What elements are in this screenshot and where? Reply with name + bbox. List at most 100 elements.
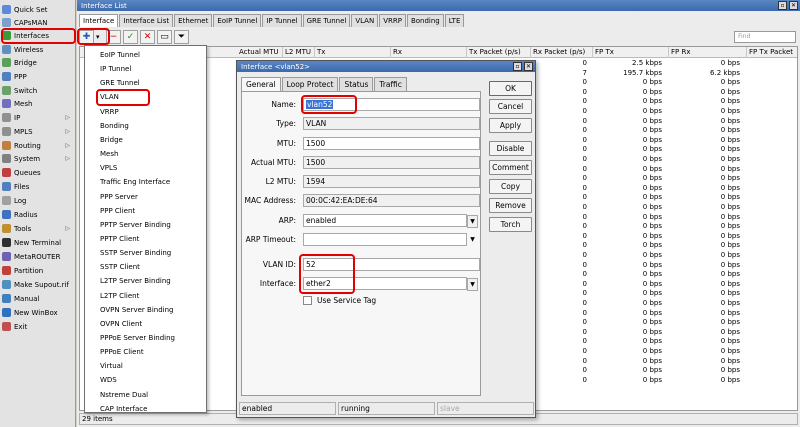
- name-highlight: [301, 95, 357, 114]
- dialog-titlebar[interactable]: Interface <vlan52> ▫ ✕: [237, 61, 535, 72]
- copy-button[interactable]: Copy: [489, 179, 532, 194]
- menu-item-l2tp-client[interactable]: L2TP Client: [100, 289, 139, 303]
- sidebar-item-switch[interactable]: Switch: [2, 84, 74, 97]
- menu-item-l2tp-server-binding[interactable]: L2TP Server Binding: [100, 274, 171, 288]
- window-titlebar[interactable]: Interface List ▫ ✕: [77, 0, 800, 11]
- dialog-tab-general[interactable]: General: [241, 77, 281, 91]
- menu-item-ppp-client[interactable]: PPP Client: [100, 204, 135, 218]
- tab-eoip-tunnel[interactable]: EoIP Tunnel: [213, 14, 262, 27]
- enable-button[interactable]: ✓: [123, 30, 138, 44]
- column-header[interactable]: Tx: [315, 47, 391, 58]
- sidebar-item-new-terminal[interactable]: New Terminal: [2, 236, 74, 249]
- tab-vrrp[interactable]: VRRP: [379, 14, 406, 27]
- dialog-close-icon[interactable]: ✕: [524, 62, 533, 71]
- tab-interface[interactable]: Interface: [79, 14, 119, 27]
- sidebar-item-mesh[interactable]: Mesh: [2, 97, 74, 110]
- sidebar-item-log[interactable]: Log: [2, 194, 74, 207]
- sidebar-item-radius[interactable]: Radius: [2, 208, 74, 221]
- menu-item-ovpn-client[interactable]: OVPN Client: [100, 317, 142, 331]
- sidebar-item-exit[interactable]: Exit: [2, 320, 74, 333]
- arp-select[interactable]: enabled ▼: [303, 214, 478, 228]
- menu-item-sstp-client[interactable]: SSTP Client: [100, 260, 140, 274]
- menu-item-bridge[interactable]: Bridge: [100, 133, 123, 147]
- sidebar-item-ip[interactable]: IP ▷: [2, 111, 74, 124]
- tab-interface-list[interactable]: Interface List: [119, 14, 174, 27]
- sidebar-item-bridge[interactable]: Bridge: [2, 56, 74, 69]
- sidebar-item-manual[interactable]: Manual: [2, 292, 74, 305]
- sidebar-item-queues[interactable]: Queues: [2, 166, 74, 179]
- menu-item-pptp-server-binding[interactable]: PPTP Server Binding: [100, 218, 171, 232]
- arp-dropdown-icon[interactable]: ▼: [467, 215, 478, 228]
- sidebar-item-quick-set[interactable]: Quick Set: [2, 3, 74, 16]
- menu-item-pppoe-server-binding[interactable]: PPPoE Server Binding: [100, 331, 175, 345]
- menu-item-mesh[interactable]: Mesh: [100, 147, 118, 161]
- disable-button[interactable]: ✕: [140, 30, 155, 44]
- sidebar-item-partition[interactable]: Partition: [2, 264, 74, 277]
- column-header[interactable]: FP Tx: [593, 47, 669, 58]
- remove-button[interactable]: Remove: [489, 198, 532, 213]
- sidebar-item-system[interactable]: System ▷: [2, 152, 74, 165]
- window-tabs: Interface Interface List Ethernet EoIP Tunn…: [79, 14, 465, 27]
- column-header[interactable]: L2 MTU: [283, 47, 315, 58]
- filter-button[interactable]: ⏷: [174, 30, 189, 44]
- column-header[interactable]: Rx: [391, 47, 467, 58]
- sidebar-item-ppp[interactable]: PPP: [2, 70, 74, 83]
- find-input[interactable]: Find: [734, 31, 796, 43]
- menu-item-eoip-tunnel[interactable]: EoIP Tunnel: [100, 48, 140, 62]
- column-header[interactable]: Actual MTU: [237, 47, 283, 58]
- menu-item-ppp-server[interactable]: PPP Server: [100, 190, 138, 204]
- column-header[interactable]: Tx Packet (p/s): [467, 47, 531, 58]
- sidebar-item-wireless[interactable]: Wireless: [2, 43, 74, 56]
- menu-item-cap-interface[interactable]: CAP Interface: [100, 402, 147, 416]
- sidebar-item-routing[interactable]: Routing ▷: [2, 139, 74, 152]
- menu-item-pptp-client[interactable]: PPTP Client: [100, 232, 139, 246]
- menu-item-vrrp[interactable]: VRRP: [100, 105, 119, 119]
- dialog-tab-status[interactable]: Status: [339, 77, 374, 91]
- tab-ethernet[interactable]: Ethernet: [174, 14, 213, 27]
- submenu-arrow-icon: ▷: [65, 225, 70, 232]
- menu-item-ovpn-server-binding[interactable]: OVPN Server Binding: [100, 303, 174, 317]
- cancel-button[interactable]: Cancel: [489, 99, 532, 114]
- menu-item-bonding[interactable]: Bonding: [100, 119, 129, 133]
- comment-button[interactable]: ▭: [157, 30, 172, 44]
- menu-item-nstreme-dual[interactable]: Nstreme Dual: [100, 388, 148, 402]
- sidebar-item-metarouter[interactable]: MetaROUTER: [2, 250, 74, 263]
- comment-button[interactable]: Comment: [489, 160, 532, 175]
- column-header[interactable]: FP Rx: [669, 47, 747, 58]
- restore-icon[interactable]: ▫: [778, 1, 787, 10]
- dialog-tab-traffic[interactable]: Traffic: [374, 77, 407, 91]
- sidebar-item-make-supout-rif[interactable]: Make Supout.rif: [2, 278, 74, 291]
- interface-dropdown-icon[interactable]: ▼: [467, 278, 478, 291]
- ok-button[interactable]: OK: [489, 81, 532, 96]
- mtu-field[interactable]: 1500: [303, 137, 480, 150]
- table-cell: 0 bps: [720, 327, 740, 336]
- arp-timeout-field[interactable]: ▼: [303, 233, 475, 246]
- tab-ip-tunnel[interactable]: IP Tunnel: [262, 14, 302, 27]
- sidebar-item-tools[interactable]: Tools ▷: [2, 222, 74, 235]
- menu-item-virtual[interactable]: Virtual: [100, 359, 123, 373]
- arp-timeout-expand-icon[interactable]: ▼: [467, 234, 478, 247]
- table-cell: 0 bps: [642, 356, 662, 365]
- tab-lte[interactable]: LTE: [444, 14, 465, 27]
- menu-item-wds[interactable]: WDS: [100, 373, 117, 387]
- close-icon[interactable]: ✕: [789, 1, 798, 10]
- column-header[interactable]: FP Tx Packet: [747, 47, 797, 58]
- menu-item-traffic-eng-interface[interactable]: Traffic Eng Interface: [100, 175, 170, 189]
- dialog-restore-icon[interactable]: ▫: [513, 62, 522, 71]
- tab-vlan[interactable]: VLAN: [351, 14, 379, 27]
- apply-button[interactable]: Apply: [489, 118, 532, 133]
- torch-button[interactable]: Torch: [489, 217, 532, 232]
- menu-item-sstp-server-binding[interactable]: SSTP Server Binding: [100, 246, 171, 260]
- disable-button[interactable]: Disable: [489, 141, 532, 156]
- tab-gre-tunnel[interactable]: GRE Tunnel: [302, 14, 351, 27]
- menu-item-pppoe-client[interactable]: PPPoE Client: [100, 345, 144, 359]
- service-tag-checkbox[interactable]: [303, 296, 312, 305]
- tab-bonding[interactable]: Bonding: [406, 14, 444, 27]
- menu-item-ip-tunnel[interactable]: IP Tunnel: [100, 62, 131, 76]
- sidebar-item-new-winbox[interactable]: New WinBox: [2, 306, 74, 319]
- sidebar-item-files[interactable]: Files: [2, 180, 74, 193]
- menu-item-vpls[interactable]: VPLS: [100, 161, 117, 175]
- sidebar-item-mpls[interactable]: MPLS ▷: [2, 125, 74, 138]
- column-header[interactable]: Rx Packet (p/s): [531, 47, 593, 58]
- dialog-tab-loop-protect[interactable]: Loop Protect: [281, 77, 339, 91]
